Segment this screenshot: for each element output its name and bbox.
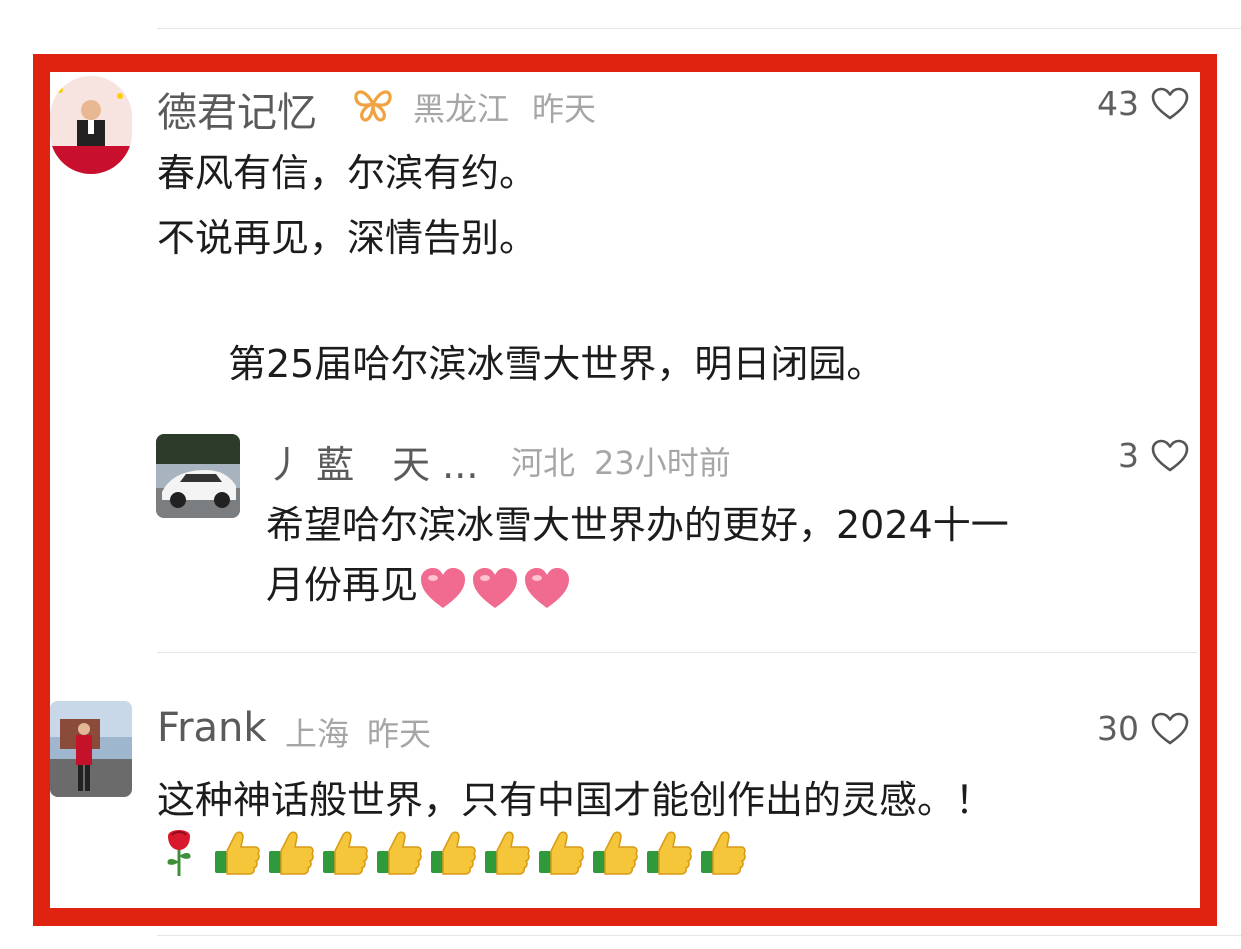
avatar[interactable]: [50, 701, 132, 797]
username[interactable]: 德君记忆: [157, 80, 317, 138]
thumbs-up-emoji-icon: [593, 831, 638, 875]
user-location: 上海: [285, 715, 350, 753]
comment-time: 昨天: [367, 715, 432, 753]
thumbs-up-emoji-icon: [701, 831, 746, 875]
reply-text-line-2: 月份再见: [266, 554, 574, 611]
thumbs-up-emoji-icon: [647, 831, 692, 875]
thumbs-up-emoji-icon: [431, 831, 476, 875]
username[interactable]: Frank: [157, 705, 267, 751]
reply-text-line: 希望哈尔滨冰雪大世界办的更好，2024十一: [266, 503, 1009, 547]
rose-emoji-icon: [167, 830, 191, 876]
reply-text-line: 月份再见: [266, 563, 419, 607]
reply-username[interactable]: 丿 藍 天 ...: [266, 434, 478, 489]
like-button[interactable]: 30: [1097, 709, 1189, 748]
heart-outline-icon: [1151, 87, 1189, 119]
comment-text-line: 春风有信，尔滨有约。: [157, 151, 538, 195]
thumbs-up-emoji-icon: [377, 831, 422, 875]
like-count: 43: [1097, 84, 1139, 123]
comment-text-line: 不说再见，深情告别。: [157, 216, 538, 260]
thumbs-up-emoji-icon: [269, 831, 314, 875]
comment-text-line: 第25届哈尔滨冰雪大世界，明日闭园。: [228, 342, 885, 386]
thumbs-up-emoji-icon: [323, 831, 368, 875]
avatar[interactable]: [50, 76, 132, 174]
like-button[interactable]: 43: [1097, 84, 1189, 123]
pink-heart-emoji-icon: [525, 567, 570, 608]
comment-time: 昨天: [532, 90, 597, 128]
thumbs-up-emoji-icon: [485, 831, 530, 875]
comment-divider: [157, 652, 1197, 653]
heart-outline-icon: [1151, 439, 1189, 471]
user-location: 黑龙江: [413, 90, 510, 128]
top-divider: [157, 28, 1241, 29]
reply-location: 河北: [511, 444, 576, 482]
reply-time: 23小时前: [594, 444, 731, 482]
vip-butterfly-badge-icon: [354, 90, 392, 122]
pink-heart-emoji-icon: [421, 567, 466, 608]
reply-avatar[interactable]: [156, 434, 240, 518]
emoji-row: [160, 826, 753, 878]
reply-like-count: 3: [1118, 436, 1139, 475]
reply-like-button[interactable]: 3: [1118, 436, 1189, 475]
thumbs-up-emoji-icon: [539, 831, 584, 875]
thumbs-up-emoji-icon: [215, 831, 260, 875]
pink-heart-emoji-icon: [473, 567, 518, 608]
heart-outline-icon: [1151, 712, 1189, 744]
like-count: 30: [1097, 709, 1139, 748]
comment-text-line: 这种神话般世界，只有中国才能创作出的灵感。！: [157, 778, 994, 822]
bottom-divider: [157, 935, 1241, 936]
